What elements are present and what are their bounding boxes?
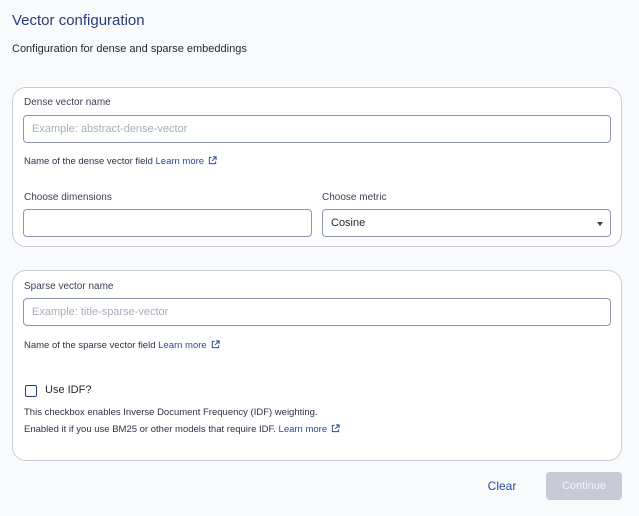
- dimensions-label: Choose dimensions: [24, 192, 112, 203]
- dense-learn-more-link[interactable]: Learn more: [156, 156, 218, 167]
- dense-learn-more-label: Learn more: [155, 156, 205, 167]
- use-idf-checkbox[interactable]: [25, 385, 37, 397]
- external-link-icon: [211, 340, 220, 349]
- sparse-vector-helper-text: Name of the sparse vector field: [24, 340, 156, 351]
- external-link-icon: [331, 424, 340, 433]
- sparse-learn-more-link[interactable]: Learn more: [158, 340, 220, 351]
- page-subtitle: Configuration for dense and sparse embed…: [12, 43, 247, 55]
- sparse-vector-card: Sparse vector name Name of the sparse ve…: [12, 270, 622, 461]
- external-link-icon: [208, 156, 217, 165]
- sparse-learn-more-label: Learn more: [158, 340, 207, 351]
- dense-vector-name-input[interactable]: [23, 115, 611, 143]
- use-idf-label: Use IDF?: [45, 384, 92, 396]
- metric-select[interactable]: Cosine: [322, 209, 611, 237]
- page-title: Vector configuration: [12, 12, 145, 29]
- metric-select-value: Cosine: [331, 217, 366, 229]
- sparse-vector-helper: Name of the sparse vector field Learn mo…: [24, 340, 220, 351]
- continue-button[interactable]: Continue: [546, 472, 622, 500]
- dense-vector-helper: Name of the dense vector field Learn mor…: [24, 156, 217, 167]
- dense-vector-name-label: Dense vector name: [24, 97, 111, 108]
- dense-vector-helper-text: Name of the dense vector field: [24, 156, 153, 167]
- sparse-vector-name-input[interactable]: [23, 298, 611, 326]
- idf-learn-more-label: Learn more: [278, 424, 328, 435]
- dense-vector-card: Dense vector name Name of the dense vect…: [12, 87, 622, 247]
- metric-label: Choose metric: [322, 192, 387, 203]
- caret-down-icon: [597, 222, 603, 226]
- sparse-vector-name-label: Sparse vector name: [24, 281, 114, 292]
- idf-description-line1: This checkbox enables Inverse Document F…: [24, 407, 318, 418]
- clear-button[interactable]: Clear: [470, 472, 534, 500]
- idf-description-line2-text: Enabled it if you use BM25 or other mode…: [24, 424, 276, 435]
- idf-description-line2: Enabled it if you use BM25 or other mode…: [24, 424, 340, 435]
- idf-learn-more-link[interactable]: Learn more: [279, 424, 341, 435]
- dimensions-input[interactable]: [23, 209, 312, 237]
